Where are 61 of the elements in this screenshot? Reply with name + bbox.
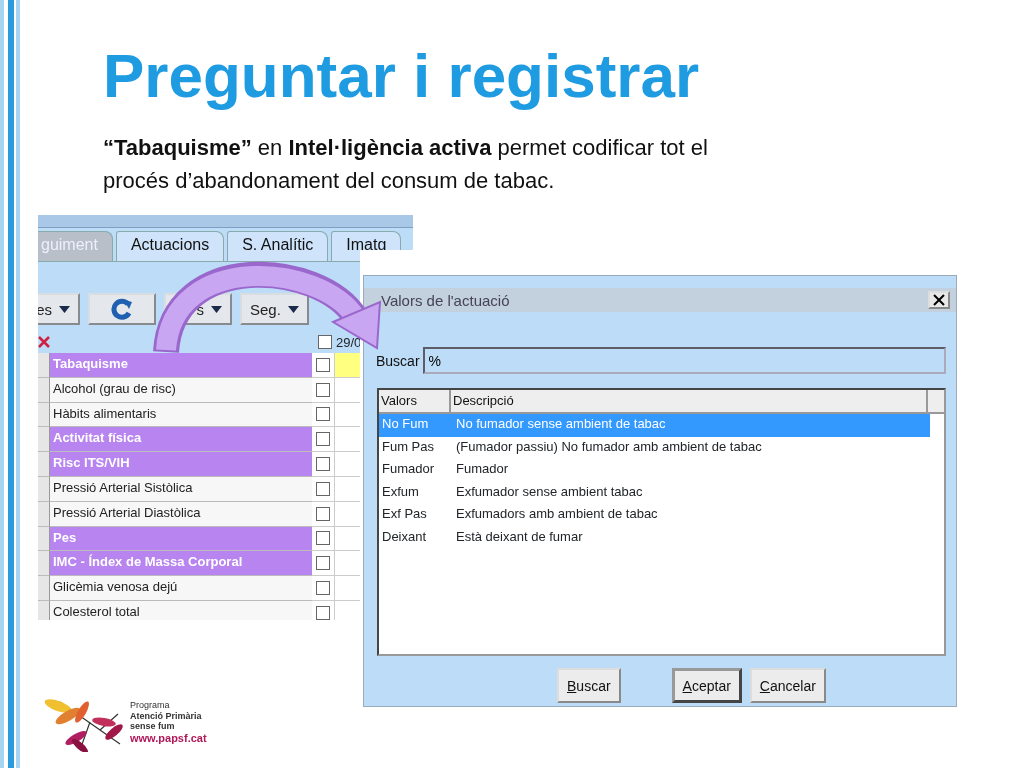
row-label: Pressió Arterial Sistòlica <box>50 477 312 502</box>
checkbox[interactable] <box>316 407 330 422</box>
dialog-button[interactable]: Aceptar <box>671 668 742 703</box>
slide-title: Preguntar i registrar <box>103 42 700 111</box>
row-label: Pressió Arterial Diastòlica <box>50 501 312 527</box>
table-row[interactable]: Exf Pas Exfumadors amb ambient de tabac <box>379 504 930 527</box>
row-handle[interactable] <box>38 377 50 403</box>
table-row[interactable]: Fumador Fumador <box>379 459 930 482</box>
row-handle[interactable] <box>38 353 50 378</box>
row-label: Tabaquisme <box>50 353 312 378</box>
checkbox[interactable] <box>317 335 332 349</box>
logo-text: Programa <box>130 699 171 711</box>
row-handle[interactable] <box>38 551 50 577</box>
column-header: 29/0 <box>336 334 362 350</box>
dialog-button[interactable]: Cancelar <box>749 668 826 703</box>
refresh-icon <box>111 298 133 320</box>
close-button[interactable] <box>928 291 950 309</box>
row-label: Hàbits alimentaris <box>50 402 312 428</box>
checkbox[interactable] <box>316 506 330 521</box>
dialog-button[interactable]: Buscar <box>557 668 621 703</box>
row-label: Risc ITS/VIH <box>50 452 312 477</box>
table-row[interactable]: Deixant Està deixant de fumar <box>379 526 930 550</box>
row-label: Activitat física <box>50 427 312 453</box>
search-field[interactable]: % <box>422 347 946 374</box>
tab[interactable]: Actuacions <box>115 231 225 261</box>
table-row[interactable]: Fum Pas (Fumador passiu) No fumador amb ambient de tabac <box>379 436 930 460</box>
checkbox[interactable] <box>316 556 330 571</box>
row-label: IMC - Índex de Massa Corporal <box>50 551 312 577</box>
slide-text: “Tabaquisme” en Intel·ligència activa permet codificar tot el procés d’abandonament del consum de tabac. <box>103 134 709 195</box>
checkbox[interactable] <box>316 531 330 546</box>
row-handle[interactable] <box>38 477 50 502</box>
field-label: Buscar <box>376 352 420 369</box>
caret-icon <box>211 305 222 313</box>
row-label: Pes <box>50 526 312 552</box>
row-label: Glicèmia venosa dejú <box>50 576 312 601</box>
logo-text: sense fum <box>130 721 176 733</box>
row-handle[interactable] <box>38 427 50 453</box>
checkbox[interactable] <box>316 457 330 472</box>
checkbox[interactable] <box>316 605 330 620</box>
table-row[interactable]: Exfum Exfumador sense ambient tabac <box>379 481 930 505</box>
checkbox[interactable] <box>316 481 330 496</box>
row-label: Alcohol (grau de risc) <box>50 377 312 403</box>
caret-icon <box>59 305 70 313</box>
row-handle[interactable] <box>38 501 50 527</box>
checkbox[interactable] <box>316 432 330 447</box>
dialog-title: Valors de l'actuació <box>381 291 510 309</box>
checkbox[interactable] <box>316 382 330 397</box>
refresh-button[interactable] <box>88 293 156 325</box>
caret-icon <box>287 305 299 313</box>
row-handle[interactable] <box>38 452 50 477</box>
logo-url[interactable]: www.papsf.cat <box>130 732 207 745</box>
checkbox[interactable] <box>316 581 330 596</box>
checkbox[interactable] <box>316 357 330 372</box>
tab[interactable]: S. Analític <box>227 231 329 261</box>
row-handle[interactable] <box>38 576 50 601</box>
row-handle[interactable] <box>38 526 50 552</box>
close-icon <box>38 335 50 349</box>
row-handle[interactable] <box>38 402 50 428</box>
logo-text: Atenció Primària <box>130 710 203 722</box>
dropdown-button[interactable]: Seg. <box>240 293 309 325</box>
close-icon <box>933 294 945 306</box>
